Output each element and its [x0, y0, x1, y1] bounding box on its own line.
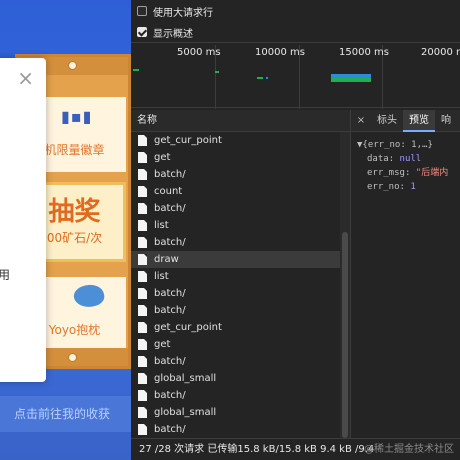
timeline-request-bar — [215, 71, 219, 73]
preview-json: ▼{err_no: 1,…} data: null err_msg: "后端内 … — [357, 138, 448, 194]
document-icon — [138, 186, 147, 197]
request-name: global_small — [154, 373, 217, 384]
modal-dialog: × 用 — [0, 58, 46, 382]
tab-preview[interactable]: 预览 — [403, 109, 435, 132]
timeline-tick-label: 20000 ms — [421, 47, 460, 58]
document-icon — [138, 288, 147, 299]
request-row[interactable]: count — [131, 183, 340, 200]
request-row[interactable]: batch/ — [131, 200, 340, 217]
board-nail-bottom — [68, 353, 77, 362]
pillow-icon — [72, 282, 106, 310]
preview-line: data: null — [367, 154, 422, 164]
timeline-tick-label: 15000 ms — [339, 47, 389, 58]
timeline-tick-label: 5000 ms — [177, 47, 221, 58]
request-name: list — [154, 271, 169, 282]
request-name: batch/ — [154, 169, 186, 180]
request-name: batch/ — [154, 356, 186, 367]
tab-response[interactable]: 响 — [435, 110, 457, 132]
request-name: batch/ — [154, 390, 186, 401]
request-name: get — [154, 339, 171, 350]
request-row[interactable]: list — [131, 268, 340, 285]
document-icon — [138, 135, 147, 146]
document-icon — [138, 169, 147, 180]
request-row[interactable]: batch/ — [131, 387, 340, 404]
request-row[interactable]: batch/ — [131, 234, 340, 251]
document-icon — [138, 237, 147, 248]
badge-icon: ▮▪▮ — [61, 107, 93, 126]
document-icon — [138, 356, 147, 367]
close-icon[interactable]: × — [17, 68, 34, 88]
document-icon — [138, 390, 147, 401]
checkbox-large-rows[interactable] — [137, 6, 147, 16]
request-name: get_cur_point — [154, 135, 222, 146]
timeline-request-bar — [133, 69, 139, 71]
column-header-name[interactable]: 名称 — [131, 110, 350, 132]
timeline-overview[interactable]: 5000 ms 10000 ms 15000 ms 20000 ms — [131, 42, 460, 109]
checkbox-show-overview[interactable] — [137, 27, 147, 37]
request-name: batch/ — [154, 237, 186, 248]
devtools-network-panel: 使用大请求行 显示概述 5000 ms 10000 ms 15000 ms 20… — [131, 0, 460, 460]
document-icon — [138, 203, 147, 214]
request-name: batch/ — [154, 305, 186, 316]
request-name: draw — [154, 254, 179, 265]
preview-summary[interactable]: ▼{err_no: 1,…} — [357, 138, 448, 152]
option-large-rows-label: 使用大请求行 — [153, 7, 213, 19]
request-row[interactable]: batch/ — [131, 302, 340, 319]
request-row[interactable]: batch/ — [131, 166, 340, 183]
request-name: batch/ — [154, 203, 186, 214]
timeline-request-bar — [331, 78, 371, 82]
request-row[interactable]: global_small — [131, 404, 340, 421]
document-icon — [138, 220, 147, 231]
request-name: count — [154, 186, 183, 197]
request-name: get_cur_point — [154, 322, 222, 333]
request-row[interactable]: get_cur_point — [131, 319, 340, 336]
preview-line: err_no: 1 — [367, 182, 416, 192]
request-name: global_small — [154, 407, 217, 418]
document-icon — [138, 271, 147, 282]
option-show-overview-label: 显示概述 — [153, 28, 193, 40]
preview-line: err_msg: "后端内 — [367, 168, 449, 178]
request-detail-pane: × 标头 预览 响 ▼{err_no: 1,…} data: null err_… — [350, 109, 460, 438]
tab-headers[interactable]: 标头 — [371, 110, 403, 132]
watermark: @稀土掘金技术社区 — [364, 444, 454, 455]
document-icon — [138, 322, 147, 333]
close-icon[interactable]: × — [351, 115, 371, 126]
document-icon — [138, 254, 147, 265]
document-icon — [138, 424, 147, 435]
request-list-scrollbar[interactable] — [340, 132, 350, 438]
request-list: get_cur_point get batch/ count batch/ li… — [131, 132, 340, 438]
request-row[interactable]: get — [131, 149, 340, 166]
board-nail-top — [68, 61, 77, 70]
request-name: list — [154, 220, 169, 231]
scrollbar-thumb[interactable] — [342, 232, 348, 438]
option-large-rows[interactable]: 使用大请求行 — [131, 0, 460, 22]
document-icon — [138, 305, 147, 316]
timeline-request-bar — [266, 77, 268, 79]
request-row[interactable]: batch/ — [131, 353, 340, 370]
detail-tabs: × 标头 预览 响 — [351, 109, 460, 132]
timeline-request-bar — [257, 77, 263, 79]
document-icon — [138, 152, 147, 163]
document-icon — [138, 339, 147, 350]
request-row[interactable]: list — [131, 217, 340, 234]
option-show-overview[interactable]: 显示概述 — [131, 21, 460, 43]
modal-text: 用 — [0, 268, 11, 282]
request-row[interactable]: get_cur_point — [131, 132, 340, 149]
document-icon — [138, 373, 147, 384]
request-row[interactable]: batch/ — [131, 421, 340, 438]
request-row[interactable]: global_small — [131, 370, 340, 387]
request-name: batch/ — [154, 424, 186, 435]
timeline-tick-label: 10000 ms — [255, 47, 305, 58]
document-icon — [138, 407, 147, 418]
my-rewards-link[interactable]: 点击前往我的收获 — [0, 396, 131, 432]
request-row-selected[interactable]: draw — [131, 251, 340, 268]
request-row[interactable]: batch/ — [131, 285, 340, 302]
request-name: batch/ — [154, 288, 186, 299]
request-row[interactable]: get — [131, 336, 340, 353]
request-name: get — [154, 152, 171, 163]
web-page: ▮▪▮ 机限量徽章 抽奖 00矿石/次 Yoyo抱枕 点击前往我的收获 × 用 — [0, 0, 131, 460]
